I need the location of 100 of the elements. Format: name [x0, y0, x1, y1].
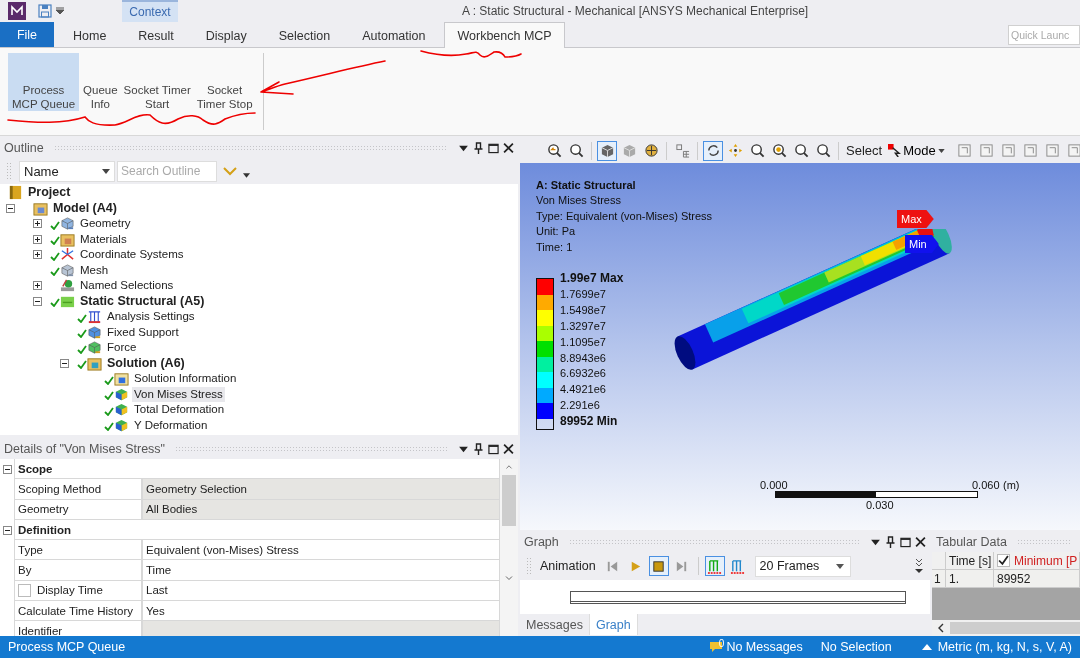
legend-label: 1.3297e7 [560, 318, 607, 334]
cube-icon [60, 262, 75, 278]
ribbon-tab[interactable]: Display [192, 23, 260, 47]
property-value[interactable]: Last [143, 580, 500, 602]
property-value[interactable]: Equivalent (von-Mises) Stress [143, 540, 500, 561]
quick-launch-field[interactable]: Quick Launc [1008, 25, 1080, 45]
property-name: Type [18, 543, 43, 556]
tree-item[interactable]: Geometry [78, 216, 133, 232]
collapse-icon[interactable] [6, 203, 15, 213]
cursor-icon [888, 144, 902, 157]
tree-item[interactable]: Solution Information [132, 371, 239, 387]
property-name: Scoping Method [18, 482, 102, 495]
folder-icon [60, 231, 75, 247]
search-field[interactable]: Search Outline [117, 160, 217, 182]
triangle-up-icon[interactable] [921, 644, 932, 650]
expand-icon[interactable] [33, 234, 42, 244]
tree-item[interactable]: Total Deformation [132, 402, 227, 418]
book-icon [8, 185, 23, 201]
collapse-icon[interactable] [60, 358, 69, 368]
property-name: Geometry [18, 503, 69, 516]
column-header[interactable]: Time [s] [946, 552, 994, 570]
pin-icon[interactable] [885, 536, 896, 548]
ribbon-button[interactable]: Process MCP Queue [8, 53, 80, 111]
ribbon-button[interactable]: Socket Timer Start [121, 53, 193, 111]
tree-item[interactable]: Fixed Support [105, 324, 181, 340]
close-icon[interactable] [915, 536, 926, 548]
pin-icon[interactable] [473, 142, 484, 154]
units-menu[interactable]: Metric (m, kg, N, s, V, A) [937, 640, 1072, 654]
status-text[interactable]: No Messages [726, 640, 803, 654]
scroll-up-icon[interactable] [505, 465, 513, 470]
table-cell: 89952 [994, 570, 1080, 588]
mode-menu[interactable]: Mode [886, 143, 953, 158]
ribbon-button[interactable]: Socket Timer Stop [194, 53, 255, 111]
filter-dropdown[interactable]: Name [19, 160, 115, 182]
legend-label: 89952 Min [560, 414, 619, 431]
close-icon[interactable] [503, 142, 514, 154]
tree-item[interactable]: Y Deformation [132, 417, 210, 433]
pane-title: Graph [524, 535, 559, 549]
tree-item[interactable]: Von Mises Stress [132, 386, 225, 402]
scroll-left-icon[interactable] [938, 623, 944, 633]
property-name: Identifier [18, 625, 63, 636]
graphics-viewport[interactable] [520, 163, 1080, 530]
close-icon[interactable] [503, 443, 514, 455]
scroll-thumb[interactable] [502, 475, 516, 526]
ribbon-tab[interactable]: Result [125, 23, 187, 47]
ribbon-tab[interactable]: Automation [349, 23, 439, 47]
property-value[interactable]: Geometry Selection [143, 479, 500, 500]
tree-item[interactable]: Coordinate Systems [78, 247, 186, 263]
ribbon-tab[interactable]: Workbench MCP [444, 22, 565, 48]
tree-item[interactable]: Force [105, 340, 139, 356]
file-tab[interactable]: File [0, 22, 54, 47]
maximize-icon[interactable] [900, 536, 911, 548]
message-icon[interactable] [708, 641, 723, 653]
scroll-thumb[interactable] [950, 622, 1080, 634]
expand-icon[interactable] [33, 281, 42, 291]
property-name: By [18, 564, 32, 577]
pane-tab[interactable]: Graph [590, 614, 638, 635]
maximize-icon[interactable] [488, 142, 499, 154]
tree-item[interactable]: Analysis Settings [105, 309, 197, 325]
property-value[interactable]: Time [143, 560, 500, 581]
result-cube-icon [114, 386, 129, 402]
ribbon-button[interactable]: Queue Info [81, 53, 120, 111]
checkbox[interactable] [997, 554, 1010, 567]
tree-item[interactable]: Static Structural (A5) [78, 293, 207, 309]
tree-item[interactable]: Mesh [78, 262, 111, 278]
cube-icon[interactable] [597, 140, 617, 161]
tree-item[interactable]: Named Selections [78, 278, 176, 294]
collapse-icon[interactable] [2, 464, 12, 474]
expand-icon[interactable] [33, 250, 42, 260]
tree-item[interactable]: Model (A4) [51, 200, 119, 216]
expand-icon[interactable] [33, 219, 42, 229]
caret-icon[interactable] [243, 172, 250, 178]
ribbon-tab[interactable]: Selection [265, 23, 344, 47]
collapse-icon[interactable] [33, 296, 42, 306]
tree-item[interactable]: Solution (A6) [105, 355, 187, 371]
pane-tab[interactable]: Messages [520, 614, 590, 635]
folder-icon [33, 200, 48, 216]
collapse-icon[interactable] [2, 525, 12, 535]
maximize-icon[interactable] [488, 443, 499, 455]
dropdown-icon[interactable] [56, 7, 64, 15]
tree-item[interactable]: Project [26, 185, 73, 201]
cube-icon [87, 324, 102, 340]
folder-icon [87, 355, 102, 371]
window-title: A : Static Structural - Mechanical [ANSYS Mechanical Enterprise] [462, 4, 809, 18]
ribbon-tab[interactable]: Home [60, 23, 120, 47]
property-value[interactable]: All Bodies [143, 499, 500, 520]
scale-unit: (m) [1003, 479, 1020, 491]
legend-label: 1.5498e7 [560, 302, 607, 318]
bars-icon[interactable] [704, 556, 725, 576]
frames-dropdown[interactable]: 20 Frames [754, 555, 851, 577]
checkbox[interactable] [18, 583, 31, 597]
save-icon[interactable] [38, 4, 52, 18]
stop-icon[interactable] [648, 556, 669, 576]
overflow-icon[interactable] [914, 558, 924, 574]
row-number: 1 [932, 570, 946, 588]
caret-icon [102, 168, 110, 174]
rotate-icon[interactable] [703, 140, 723, 161]
timeline-track[interactable] [570, 590, 906, 604]
pin-icon[interactable] [473, 443, 484, 455]
tree-item[interactable]: Materials [78, 231, 129, 247]
